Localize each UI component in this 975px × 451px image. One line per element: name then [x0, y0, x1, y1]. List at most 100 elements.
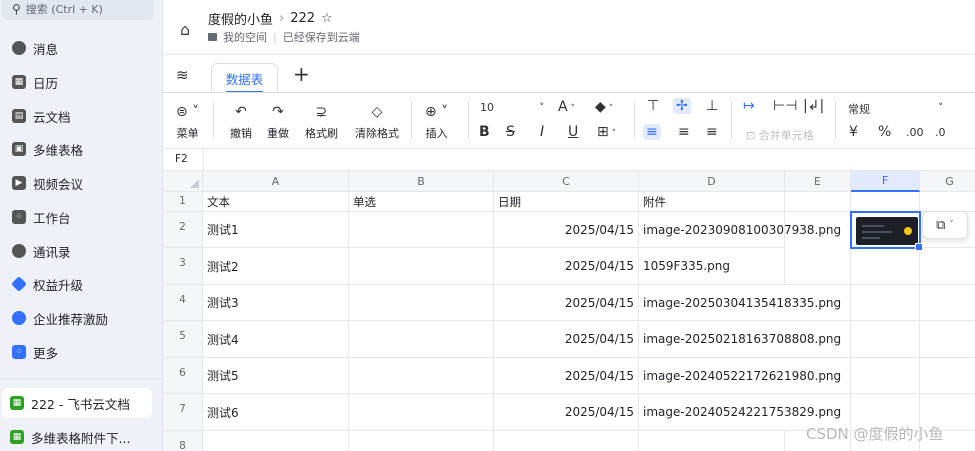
table-cell[interactable]: [349, 431, 494, 451]
table-cell[interactable]: [785, 192, 851, 212]
column-header-d[interactable]: D: [639, 171, 785, 192]
align-right-icon[interactable]: ≡: [706, 124, 718, 140]
table-cell[interactable]: [920, 248, 975, 285]
star-icon[interactable]: ☆: [321, 11, 333, 26]
sidebar-item-more[interactable]: ⁘ 更多: [0, 337, 160, 367]
underline-icon[interactable]: U: [568, 124, 578, 140]
table-cell-text[interactable]: 测试2: [203, 248, 349, 285]
sidebar-item-calendar[interactable]: ▦ 日历: [0, 67, 160, 97]
table-cell-attachment[interactable]: image-20250304135418335.png: [639, 285, 851, 321]
column-header-b[interactable]: B: [349, 171, 494, 192]
row-header[interactable]: 6: [163, 358, 203, 394]
table-cell-date[interactable]: 2025/04/15: [494, 394, 639, 431]
table-cell[interactable]: [920, 358, 975, 394]
percent-icon[interactable]: %: [878, 124, 891, 140]
align-top-icon[interactable]: ⊤: [647, 98, 659, 114]
decrease-decimal-icon[interactable]: .0: [935, 126, 946, 139]
bold-icon[interactable]: B: [479, 124, 490, 140]
table-cell-text[interactable]: 测试5: [203, 358, 349, 394]
column-header-a[interactable]: A: [203, 171, 349, 192]
table-cell[interactable]: [920, 192, 975, 212]
sidebar-item-workplace[interactable]: ⁘ 工作台: [0, 202, 160, 232]
table-cell[interactable]: [494, 431, 639, 451]
table-cell-select[interactable]: [349, 394, 494, 431]
field-header-attachment[interactable]: 附件: [639, 192, 785, 212]
recent-doc-attachments[interactable]: ▦ 多维表格附件下...: [2, 422, 152, 451]
clear-format-button[interactable]: ◇ 清除格式: [355, 103, 399, 141]
image-options-button[interactable]: ⧉ ˅: [922, 211, 968, 239]
chevron-down-icon[interactable]: ˅: [938, 101, 944, 114]
image-thumbnail[interactable]: [856, 217, 918, 245]
breadcrumb-parent[interactable]: 度假的小鱼: [208, 9, 273, 28]
table-cell-text[interactable]: 测试3: [203, 285, 349, 321]
sidebar-item-video[interactable]: ▶ 视频会议: [0, 168, 160, 198]
number-format-select[interactable]: 常规: [848, 101, 870, 117]
table-cell-date[interactable]: 2025/04/15: [494, 358, 639, 394]
table-cell[interactable]: [851, 321, 920, 358]
add-sheet-icon[interactable]: +: [293, 62, 310, 86]
selected-cell-f2[interactable]: [850, 211, 923, 251]
table-cell-select[interactable]: [349, 212, 494, 248]
text-clip-icon[interactable]: ⊢⊣: [773, 98, 797, 114]
table-cell[interactable]: [851, 285, 920, 321]
table-cell[interactable]: [203, 431, 349, 451]
field-header-select[interactable]: 单选: [349, 192, 494, 212]
doc-location[interactable]: 我的空间: [223, 29, 267, 45]
text-overflow-icon[interactable]: ↦: [743, 98, 755, 114]
text-wrap-icon[interactable]: |↲|: [803, 98, 824, 114]
doc-title[interactable]: 222: [290, 11, 315, 26]
table-cell-attachment[interactable]: image-20250218163708808.png: [639, 321, 851, 358]
row-header[interactable]: 5: [163, 321, 203, 358]
field-header-date[interactable]: 日期: [494, 192, 639, 212]
font-color-icon[interactable]: A ˅: [558, 99, 575, 115]
increase-decimal-icon[interactable]: .00: [906, 126, 924, 139]
table-cell-select[interactable]: [349, 358, 494, 394]
select-all-corner[interactable]: [163, 171, 203, 192]
row-header[interactable]: 2: [163, 212, 203, 248]
table-cell-attachment[interactable]: 1059F335.png: [639, 248, 785, 285]
sidebar-item-referral[interactable]: 企业推荐激励: [0, 303, 160, 333]
table-cell-date[interactable]: 2025/04/15: [494, 321, 639, 358]
table-cell-date[interactable]: 2025/04/15: [494, 212, 639, 248]
row-header[interactable]: 7: [163, 394, 203, 431]
sidebar-item-contacts[interactable]: 通讯录: [0, 236, 160, 266]
table-cell[interactable]: [639, 431, 785, 451]
home-icon[interactable]: ⌂: [180, 20, 190, 39]
row-header[interactable]: 4: [163, 285, 203, 321]
column-header-c[interactable]: C: [494, 171, 639, 192]
italic-icon[interactable]: I: [540, 124, 544, 140]
row-header[interactable]: 8: [163, 431, 203, 451]
sidebar-item-base[interactable]: ▣ 多维表格: [0, 134, 160, 164]
insert-button[interactable]: ⊕ ˅ 插入: [425, 103, 448, 141]
fill-color-icon[interactable]: ◆ ˅: [595, 99, 613, 115]
table-cell[interactable]: [920, 321, 975, 358]
table-cell[interactable]: [851, 358, 920, 394]
column-header-g[interactable]: G: [920, 171, 975, 192]
table-cell-date[interactable]: 2025/04/15: [494, 285, 639, 321]
align-center-icon[interactable]: ≡: [678, 124, 690, 140]
table-cell-select[interactable]: [349, 321, 494, 358]
sidebar-item-docs[interactable]: ▤ 云文档: [0, 101, 160, 131]
search-input[interactable]: ⚲ 搜索 (Ctrl + K): [2, 0, 154, 20]
sidebar-item-messages[interactable]: 消息: [0, 33, 160, 63]
column-header-e[interactable]: E: [785, 171, 851, 192]
table-cell-select[interactable]: [349, 248, 494, 285]
table-cell[interactable]: [920, 285, 975, 321]
field-header-text[interactable]: 文本: [203, 192, 349, 212]
chevron-down-icon[interactable]: ˅: [539, 101, 545, 114]
currency-icon[interactable]: ¥: [849, 124, 858, 140]
recent-doc-222[interactable]: ▦ 222 - 飞书云文档: [2, 388, 152, 418]
cell-reference[interactable]: F2: [175, 153, 188, 165]
sidebar-item-upgrade[interactable]: 权益升级: [0, 269, 160, 299]
table-cell-text[interactable]: 测试4: [203, 321, 349, 358]
align-bottom-icon[interactable]: ⊥: [706, 98, 718, 114]
undo-button[interactable]: ↶ 撤销: [230, 103, 252, 141]
align-middle-icon[interactable]: ✢: [673, 98, 691, 114]
format-painter-button[interactable]: ⊋ 格式刷: [305, 103, 338, 141]
column-header-f[interactable]: F: [851, 171, 920, 192]
merge-cells-button[interactable]: ⊡ 合并单元格: [746, 127, 814, 143]
table-cell[interactable]: [851, 192, 920, 212]
border-icon[interactable]: ⊞ ˅: [597, 124, 616, 140]
align-left-icon[interactable]: ≡: [643, 124, 661, 140]
menu-button[interactable]: ⊜ ˅ 菜单: [176, 103, 199, 141]
